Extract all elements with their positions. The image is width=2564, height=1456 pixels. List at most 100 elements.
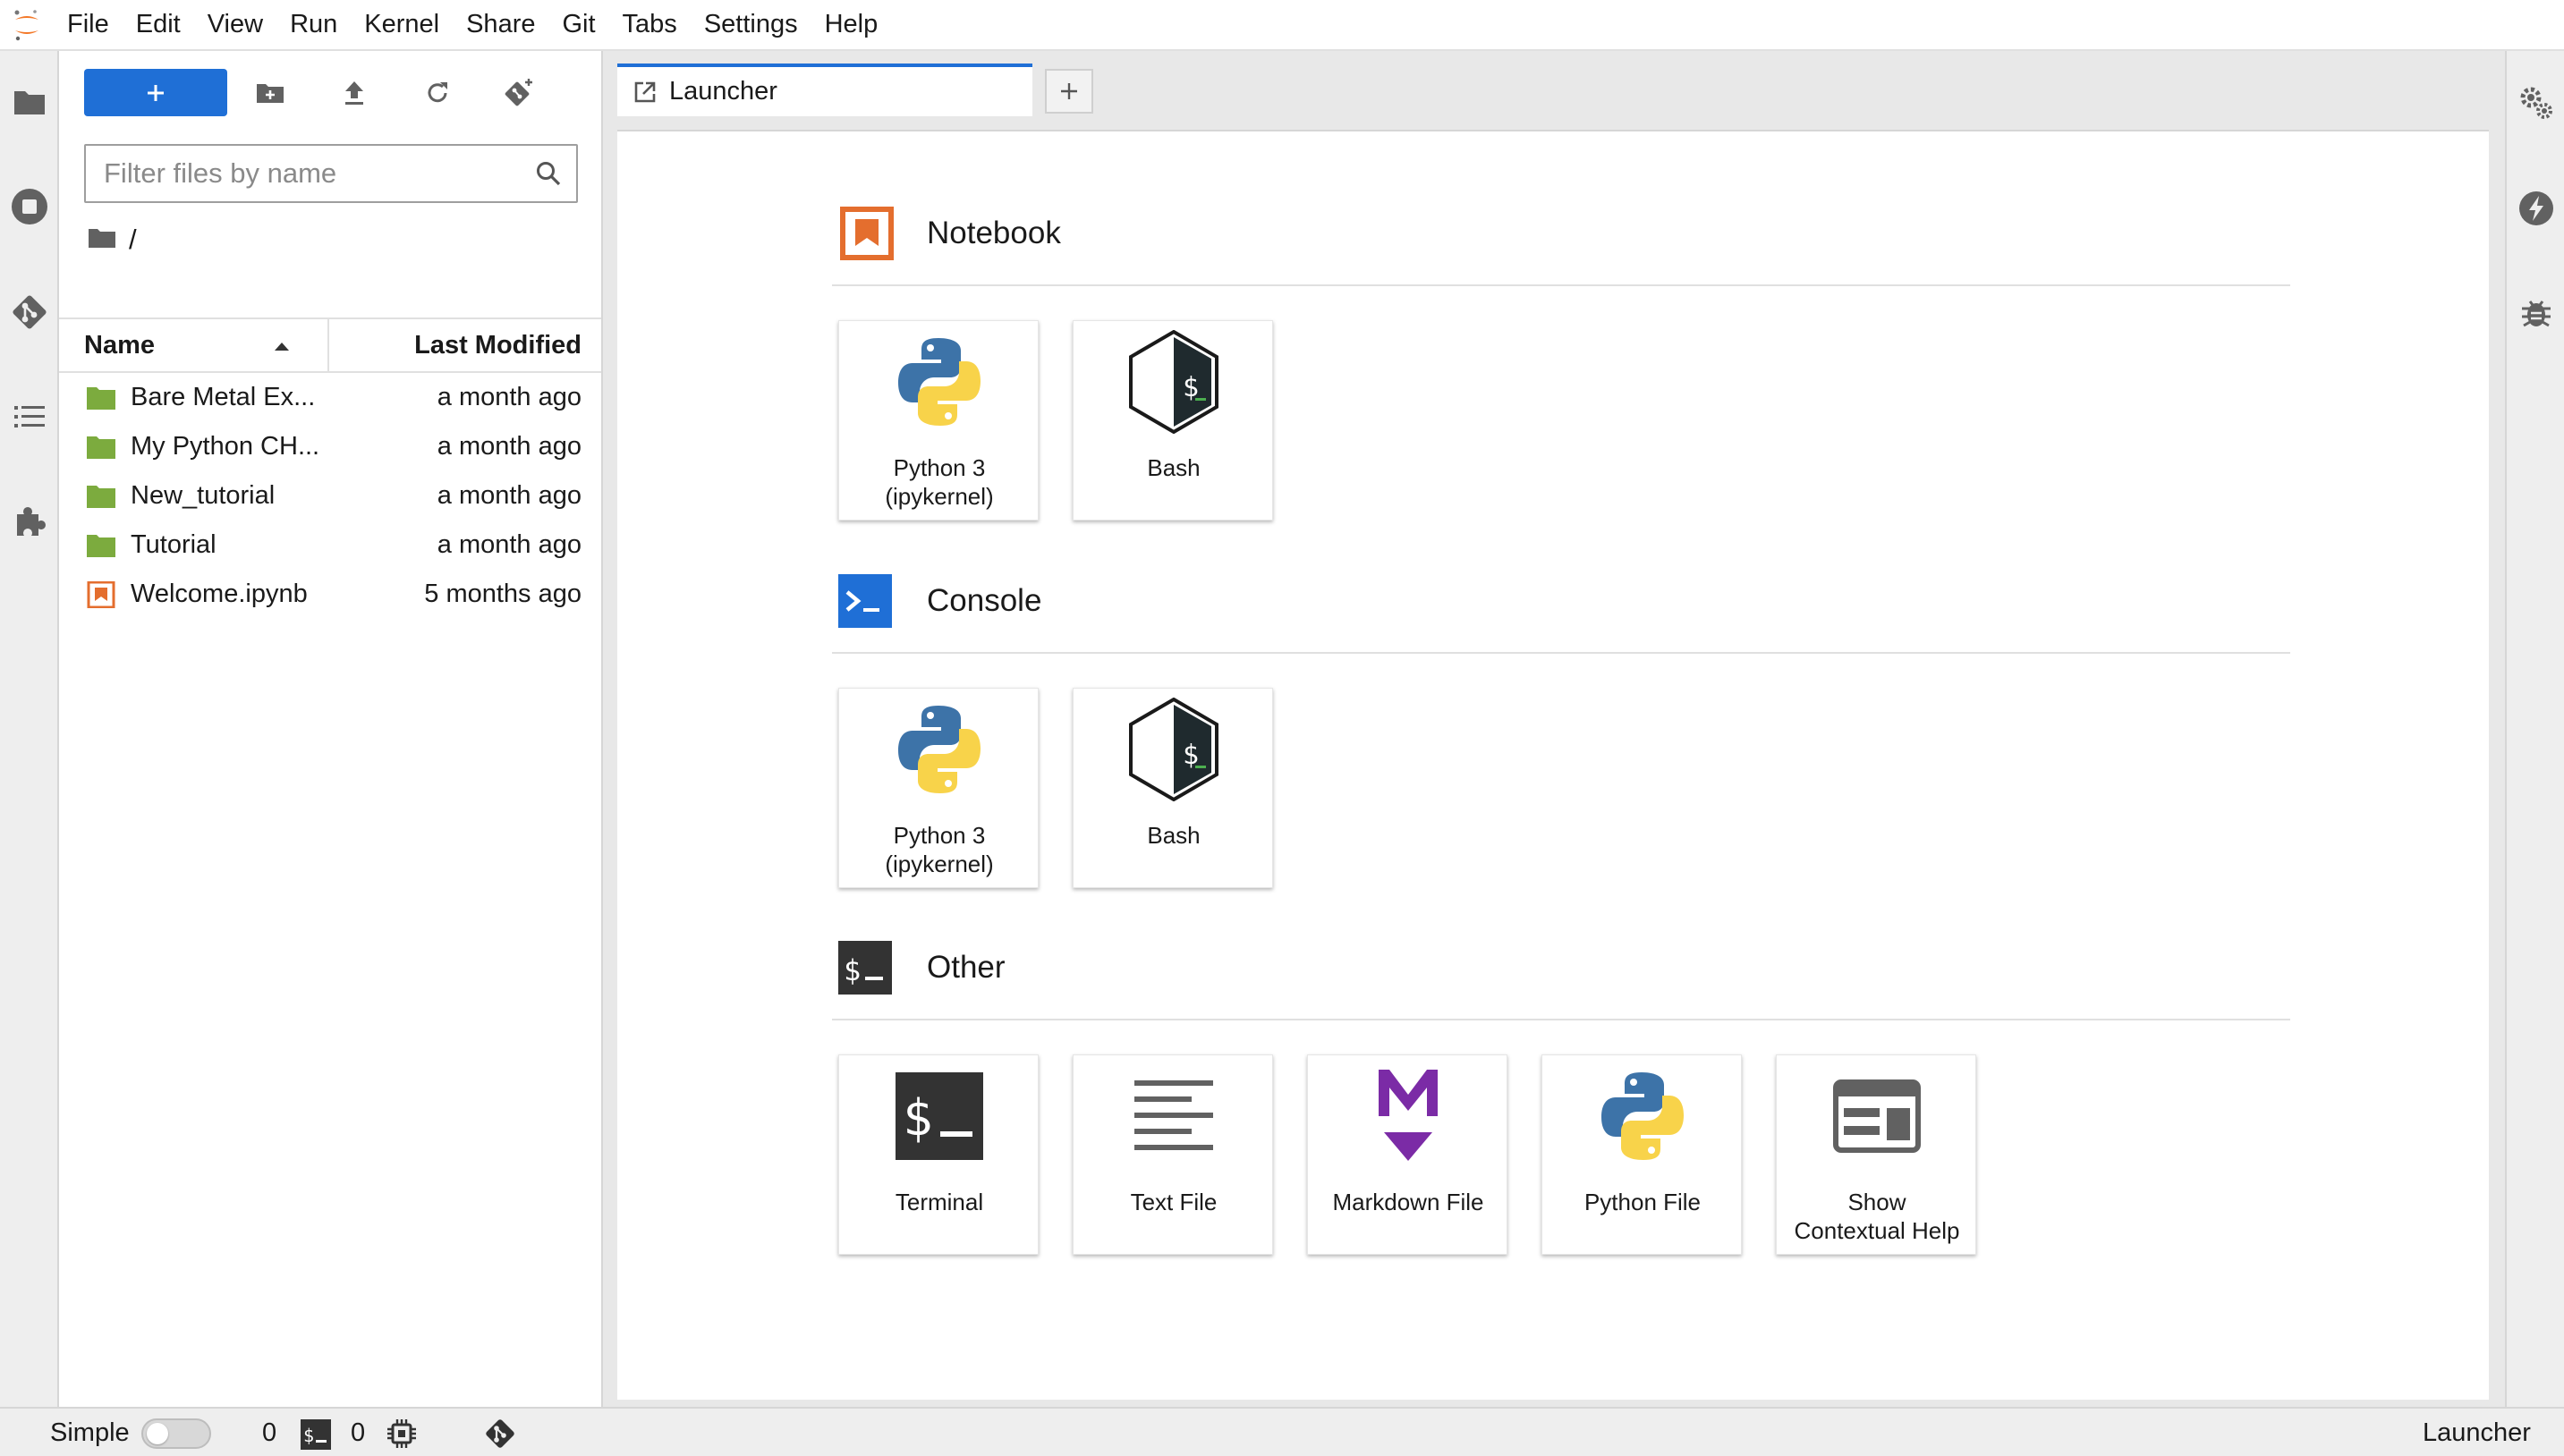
card-label: Show Contextual Help: [1794, 1189, 1960, 1244]
refresh-file-list-button[interactable]: [412, 69, 463, 116]
breadcrumb-root[interactable]: /: [129, 224, 137, 256]
search-icon: [531, 157, 565, 190]
toggle-knob: [147, 1423, 168, 1444]
file-row[interactable]: Bare Metal Ex... a month ago: [59, 373, 601, 422]
file-browser-toolbar: [59, 51, 601, 131]
card-label: Python 3 (ipykernel): [885, 454, 994, 510]
notebook-python3-card[interactable]: Python 3 (ipykernel): [838, 320, 1039, 521]
card-label: Terminal: [895, 1189, 984, 1215]
extension-manager-icon[interactable]: [4, 496, 55, 546]
file-row[interactable]: Welcome.ipynb 5 months ago: [59, 570, 601, 619]
file-modified: a month ago: [437, 530, 582, 559]
filter-files-input[interactable]: [104, 157, 524, 190]
new-folder-icon: [257, 83, 284, 103]
menu-settings[interactable]: Settings: [691, 0, 811, 50]
file-modified: a month ago: [437, 383, 582, 411]
markdown-file-card[interactable]: Markdown File: [1307, 1054, 1507, 1255]
contextual-help-card[interactable]: Show Contextual Help: [1776, 1054, 1976, 1255]
git-icon[interactable]: [4, 287, 55, 337]
file-browser-panel: / Name Last Modified Bare Metal Ex... a …: [59, 51, 603, 1407]
card-label: Python 3 (ipykernel): [885, 822, 994, 877]
upload-icon: [345, 80, 363, 105]
menu-view[interactable]: View: [194, 0, 276, 50]
file-row[interactable]: Tutorial a month ago: [59, 521, 601, 570]
terminal-card[interactable]: $ Terminal: [838, 1054, 1039, 1255]
menu-git[interactable]: Git: [548, 0, 608, 50]
file-list: Bare Metal Ex... a month ago My Python C…: [59, 373, 601, 619]
terminals-count[interactable]: 0: [262, 1418, 276, 1448]
plus-icon: [148, 84, 164, 101]
breadcrumb-home-folder-icon[interactable]: [88, 226, 116, 254]
git-clone-icon: [505, 78, 532, 106]
filter-files-box: [84, 144, 578, 203]
file-modified: a month ago: [437, 481, 582, 510]
launcher-panel: Notebook Python 3 (ipykernel) $ Bash Con…: [617, 130, 2489, 1400]
console-bash-card[interactable]: $ Bash: [1073, 688, 1273, 888]
menu-run[interactable]: Run: [276, 0, 351, 50]
file-name: Bare Metal Ex...: [131, 383, 316, 411]
jupyter-logo[interactable]: [0, 0, 54, 50]
file-row[interactable]: New_tutorial a month ago: [59, 471, 601, 521]
svg-text:$: $: [844, 953, 861, 987]
folder-icon: [87, 436, 115, 459]
file-name: Welcome.ipynb: [131, 580, 308, 608]
notebook-bash-card[interactable]: $ Bash: [1073, 320, 1273, 521]
section-divider: [832, 652, 2290, 654]
property-inspector-gears-icon[interactable]: [2511, 78, 2561, 128]
file-row[interactable]: My Python CH... a month ago: [59, 422, 601, 471]
new-launcher-button[interactable]: [84, 69, 227, 116]
svg-text:$: $: [903, 1089, 933, 1147]
folder-icon: [87, 535, 115, 557]
python-logo-icon: [893, 335, 986, 428]
current-panel-label: Launcher: [2423, 1418, 2531, 1447]
console-section-header: Console: [838, 572, 1041, 630]
new-tab-button[interactable]: [1045, 69, 1093, 114]
simple-mode-toggle[interactable]: [141, 1418, 211, 1449]
table-of-contents-icon[interactable]: [4, 392, 55, 442]
menu-edit[interactable]: Edit: [123, 0, 194, 50]
debugger-bug-icon[interactable]: [2511, 288, 2561, 338]
tab-bar: Launcher: [603, 51, 2505, 116]
card-label: Python File: [1583, 1189, 1702, 1215]
launcher-tab-icon: [634, 81, 656, 102]
folder-icon: [87, 486, 115, 508]
last-modified-column-header[interactable]: Last Modified: [329, 331, 601, 360]
python-logo-icon: [1596, 1070, 1689, 1163]
new-folder-button[interactable]: [245, 69, 295, 116]
sort-ascending-caret-icon: [275, 343, 289, 351]
section-divider: [832, 284, 2290, 286]
menu-share[interactable]: Share: [453, 0, 548, 50]
debugger-lightning-icon[interactable]: [2511, 183, 2561, 233]
kernels-count[interactable]: 0: [351, 1418, 365, 1448]
text-file-card[interactable]: Text File: [1073, 1054, 1273, 1255]
terminal-status-icon[interactable]: $: [301, 1419, 331, 1454]
card-label: Text File: [1130, 1189, 1218, 1215]
simple-mode-label: Simple: [50, 1418, 130, 1447]
file-browser-folder-icon[interactable]: [4, 77, 55, 127]
menu-tabs[interactable]: Tabs: [609, 0, 691, 50]
name-column-header[interactable]: Name: [59, 319, 329, 371]
menu-help[interactable]: Help: [811, 0, 892, 50]
main-dock-area: Launcher Notebook Python 3 (ipykernel) $…: [603, 51, 2505, 1407]
svg-text:$: $: [303, 1425, 314, 1446]
tab-launcher-label: Launcher: [669, 77, 777, 106]
git-clone-button[interactable]: [494, 69, 544, 116]
notebook-section-header: Notebook: [838, 205, 1061, 262]
menu-file[interactable]: File: [54, 0, 123, 50]
notebook-file-icon: [87, 581, 115, 608]
console-python3-card[interactable]: Python 3 (ipykernel): [838, 688, 1039, 888]
section-divider: [832, 1019, 2290, 1020]
kernel-cpu-icon[interactable]: [386, 1418, 417, 1453]
python-file-card[interactable]: Python File: [1541, 1054, 1742, 1255]
running-sessions-icon[interactable]: [4, 182, 55, 232]
markdown-icon: [1362, 1070, 1455, 1163]
terminal-icon: $: [893, 1070, 986, 1163]
file-modified: 5 months ago: [424, 580, 582, 608]
upload-files-button[interactable]: [329, 69, 379, 116]
menu-kernel[interactable]: Kernel: [351, 0, 453, 50]
git-status-icon[interactable]: [483, 1417, 517, 1455]
console-section-title: Console: [927, 583, 1042, 618]
terminal-icon: $: [838, 941, 892, 995]
breadcrumb: /: [88, 217, 137, 262]
tab-launcher[interactable]: Launcher: [617, 63, 1032, 116]
